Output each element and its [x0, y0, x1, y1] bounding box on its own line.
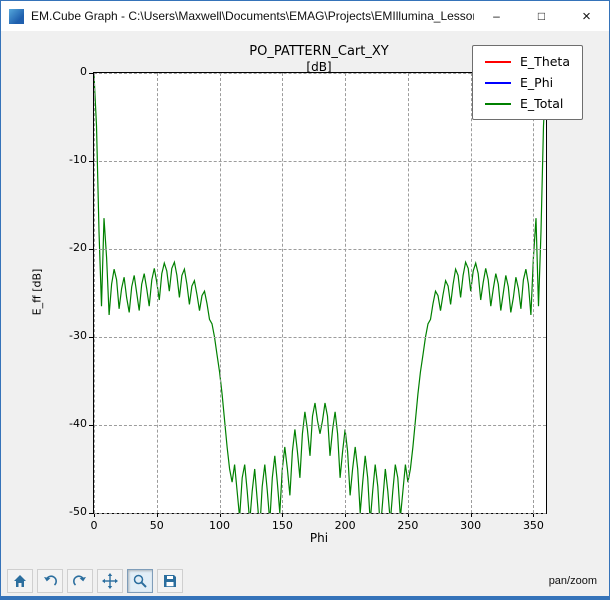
forward-arrow-icon	[72, 573, 88, 589]
gridline-horizontal	[94, 337, 546, 338]
y-tickmark	[89, 337, 94, 338]
home-button[interactable]	[7, 569, 33, 593]
x-tick-label: 0	[74, 519, 114, 532]
legend-label: E_Phi	[520, 75, 553, 90]
y-tickmark	[89, 249, 94, 250]
gridline-horizontal	[94, 513, 546, 514]
titlebar[interactable]: EM.Cube Graph - C:\Users\Maxwell\Documen…	[1, 1, 609, 31]
legend-label: E_Total	[520, 96, 563, 111]
y-tickmark	[89, 513, 94, 514]
window-title: EM.Cube Graph - C:\Users\Maxwell\Documen…	[31, 9, 474, 23]
y-tickmark	[89, 73, 94, 74]
x-axis-label: Phi	[93, 531, 545, 545]
save-button[interactable]	[157, 569, 183, 593]
gridline-horizontal	[94, 161, 546, 162]
gridline-vertical	[157, 73, 158, 513]
gridline-vertical	[345, 73, 346, 513]
y-tick-label: -40	[47, 417, 87, 430]
zoom-rect-icon	[132, 573, 148, 589]
gridline-horizontal	[94, 425, 546, 426]
legend-label: E_Theta	[520, 54, 570, 69]
gridline-vertical	[471, 73, 472, 513]
gridline-horizontal	[94, 249, 546, 250]
minimize-button[interactable]: –	[474, 1, 519, 31]
forward-button[interactable]	[67, 569, 93, 593]
plot-area[interactable]: 0501001502002503003500-10-20-30-40-50	[93, 72, 547, 514]
status-text: pan/zoom	[549, 575, 597, 587]
legend: E_Theta E_Phi E_Total	[472, 45, 583, 120]
maximize-button[interactable]: □	[519, 1, 564, 31]
gridline-vertical	[220, 73, 221, 513]
legend-entry-e_total: E_Total	[483, 93, 572, 114]
y-tickmark	[89, 161, 94, 162]
zoom-button[interactable]	[127, 569, 153, 593]
y-tick-label: -50	[47, 505, 87, 518]
x-tick-label: 200	[325, 519, 365, 532]
x-tick-label: 350	[513, 519, 553, 532]
app-icon	[9, 9, 24, 24]
app-window: EM.Cube Graph - C:\Users\Maxwell\Documen…	[0, 0, 610, 600]
legend-entry-e_theta: E_Theta	[483, 51, 572, 72]
y-tick-label: -30	[47, 329, 87, 342]
window-bottom-border	[1, 596, 609, 599]
figure: PO_PATTERN_Cart_XY [dB] E_ff [dB] Phi 05…	[1, 31, 609, 565]
y-tick-label: -20	[47, 241, 87, 254]
toolbar-buttons	[7, 569, 183, 593]
gridline-vertical	[94, 73, 95, 513]
y-axis-label: E_ff [dB]	[31, 269, 44, 316]
gridline-vertical	[282, 73, 283, 513]
minimize-icon: –	[493, 10, 500, 22]
x-tick-label: 100	[200, 519, 240, 532]
save-icon	[162, 573, 178, 589]
close-icon: ×	[582, 9, 591, 24]
close-button[interactable]: ×	[564, 1, 609, 31]
legend-line-sample	[485, 61, 511, 63]
gridline-vertical	[533, 73, 534, 513]
window-controls: – □ ×	[474, 1, 609, 31]
legend-entry-e_phi: E_Phi	[483, 72, 572, 93]
maximize-icon: □	[538, 10, 545, 22]
legend-line-sample	[485, 82, 511, 84]
pan-arrows-icon	[102, 573, 118, 589]
back-button[interactable]	[37, 569, 63, 593]
home-icon	[12, 573, 28, 589]
x-tick-label: 300	[451, 519, 491, 532]
toolbar: pan/zoom	[1, 565, 609, 596]
gridline-vertical	[408, 73, 409, 513]
e-total-curve	[94, 75, 546, 513]
pan-button[interactable]	[97, 569, 123, 593]
plot-canvas[interactable]	[94, 73, 546, 513]
x-tick-label: 50	[137, 519, 177, 532]
y-tick-label: -10	[47, 153, 87, 166]
y-tick-label: 0	[47, 65, 87, 78]
x-tick-label: 150	[262, 519, 302, 532]
legend-line-sample	[485, 103, 511, 105]
y-tickmark	[89, 425, 94, 426]
back-arrow-icon	[42, 573, 58, 589]
x-tick-label: 250	[388, 519, 428, 532]
